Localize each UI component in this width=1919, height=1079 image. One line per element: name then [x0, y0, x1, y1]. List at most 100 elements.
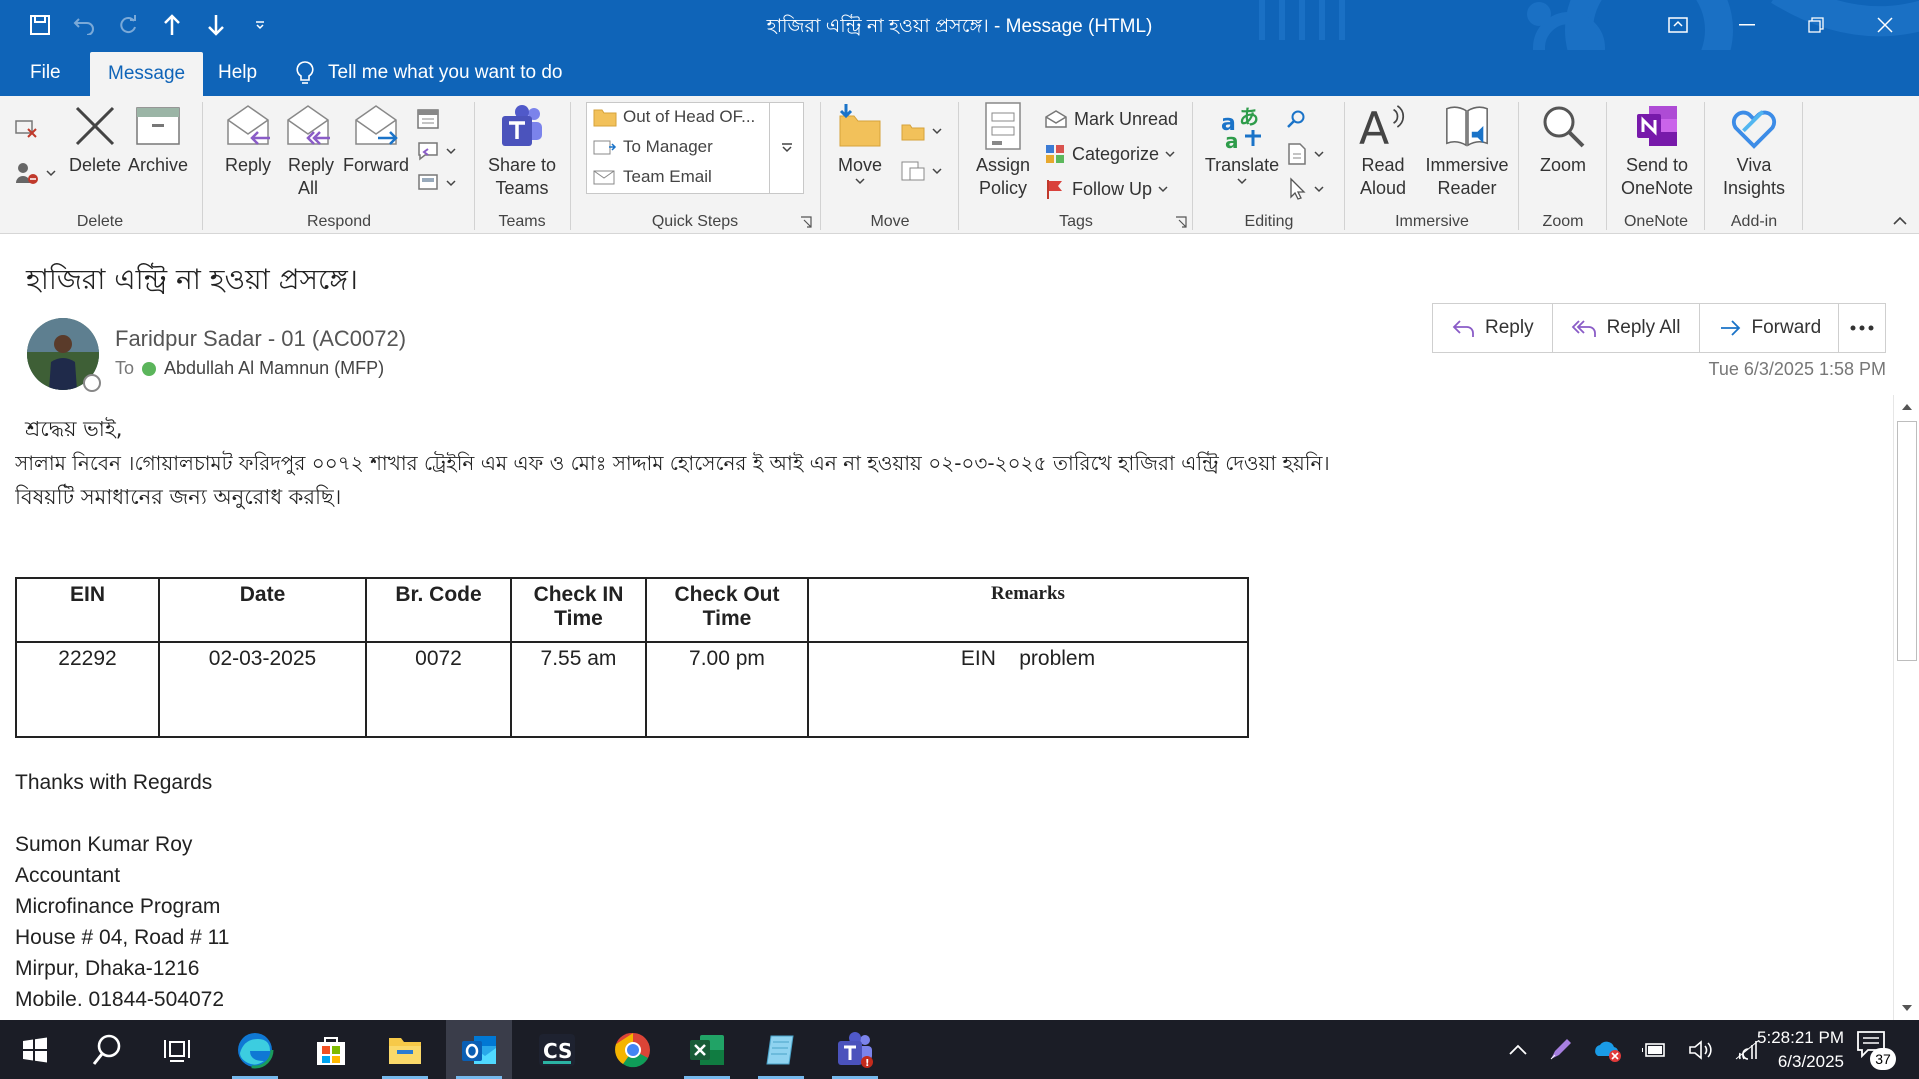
immersive-reader-icon	[1443, 100, 1491, 152]
table-cell: 02-03-2025	[158, 641, 367, 738]
editing-group-label: Editing	[1244, 213, 1294, 230]
restore-button[interactable]	[1781, 0, 1850, 50]
teams-button[interactable]: !	[822, 1020, 888, 1079]
send-to-onenote-button[interactable]: Send to OneNote	[1614, 100, 1700, 200]
volume-icon[interactable]	[1688, 1039, 1714, 1061]
tab-message[interactable]: Message	[90, 52, 204, 96]
teams-taskbar-icon: !	[838, 1031, 873, 1069]
window-controls	[1643, 0, 1919, 50]
send-to-onenote-label: Send to OneNote	[1620, 155, 1694, 198]
actions-button[interactable]	[900, 156, 942, 186]
tell-me-box[interactable]: Tell me what you want to do	[296, 50, 562, 96]
tags-group: Assign Policy Mark Unread Categorize Fol…	[960, 96, 1192, 234]
outlook-button[interactable]	[446, 1020, 512, 1079]
notepad-button[interactable]	[748, 1020, 814, 1079]
battery-icon[interactable]	[1642, 1040, 1668, 1060]
edge-button[interactable]	[222, 1020, 288, 1079]
to-label: To	[115, 358, 135, 378]
assign-policy-button[interactable]: Assign Policy	[970, 100, 1036, 200]
dialog-launcher-icon[interactable]	[800, 216, 812, 228]
policy-icon	[979, 100, 1027, 152]
table-cell: 22292	[15, 641, 160, 738]
notepad-icon	[766, 1035, 794, 1064]
clock-date: 6/3/2025	[1777, 1052, 1844, 1071]
cs-app-button[interactable]: CS	[524, 1020, 590, 1079]
minimize-button[interactable]	[1712, 0, 1781, 50]
column-header-remarks: Remarks	[807, 577, 1249, 643]
recipient-name[interactable]: Abdullah Al Mamnun (MFP)	[164, 358, 384, 379]
follow-up-button[interactable]: Follow Up	[1044, 174, 1168, 204]
forward-button[interactable]: Forward	[1700, 304, 1840, 352]
immersive-reader-button[interactable]: Immersive Reader	[1422, 100, 1512, 200]
tab-file[interactable]: File	[12, 50, 79, 96]
signature-mobile: Mobile. 01844-504072	[15, 988, 224, 1011]
excel-button[interactable]	[674, 1020, 740, 1079]
move-button[interactable]: Move	[832, 100, 888, 185]
lightbulb-icon	[296, 61, 314, 84]
related-button[interactable]	[1286, 139, 1324, 169]
message-body: শ্রদ্ধেয় ভাই, সালাম নিবেন ।গোয়ালচামট ফ…	[15, 412, 1875, 1020]
quick-steps-gallery: Out of Head OF... To Manager Team Email	[586, 102, 804, 194]
select-cursor-icon	[1290, 177, 1306, 200]
chrome-button[interactable]	[600, 1020, 666, 1079]
editing-group: aあa Translate Editing	[1194, 96, 1344, 234]
pen-icon[interactable]	[1548, 1038, 1572, 1062]
onedrive-icon[interactable]	[1592, 1038, 1622, 1062]
scroll-down-button[interactable]	[1894, 996, 1919, 1020]
divider	[1192, 102, 1193, 230]
viva-insights-button[interactable]: Viva Insights	[1716, 100, 1792, 200]
signature-thanks: Thanks with Regards	[15, 771, 213, 794]
attendance-table: EIN Date Br. Code Check IN Time Check Ou…	[15, 577, 1249, 738]
ribbon-display-button[interactable]	[1643, 0, 1712, 50]
tab-help[interactable]: Help	[200, 50, 275, 96]
start-button[interactable]	[2, 1020, 68, 1079]
quick-steps-group-label: Quick Steps	[651, 213, 739, 230]
scroll-thumb[interactable]	[1897, 421, 1917, 661]
read-aloud-button[interactable]: A Read Aloud	[1356, 100, 1410, 200]
flag-icon	[1047, 180, 1062, 199]
more-actions-button[interactable]	[1838, 303, 1886, 353]
reply-button[interactable]: Reply	[1433, 304, 1553, 352]
message-subject: হাজিরা এন্ট্রি না হওয়া প্রসঙ্গে।	[26, 263, 358, 296]
close-button[interactable]	[1850, 0, 1919, 50]
collapse-ribbon-icon[interactable]	[1892, 216, 1908, 226]
dialog-launcher-icon[interactable]	[1175, 216, 1187, 228]
actions-icon	[901, 161, 925, 181]
taskbar-clock[interactable]: 5:28:21 PM 6/3/2025	[1724, 1026, 1844, 1074]
quick-step-item[interactable]: Team Email	[593, 167, 712, 187]
task-view-button[interactable]	[144, 1020, 210, 1079]
categorize-button[interactable]: Categorize	[1044, 139, 1175, 169]
reply-all-label: Reply All	[1606, 317, 1681, 338]
chevron-up-icon[interactable]	[1508, 1044, 1528, 1056]
quick-step-item[interactable]: To Manager	[593, 137, 713, 157]
zoom-button[interactable]: Zoom	[1534, 100, 1592, 177]
read-aloud-label: Read Aloud	[1359, 155, 1407, 198]
rules-button[interactable]	[900, 116, 942, 146]
quick-step-item[interactable]: Out of Head OF...	[593, 107, 755, 127]
chevron-down-icon	[1237, 178, 1247, 185]
signature-title: Accountant	[15, 864, 121, 887]
signature-address-2: Mirpur, Dhaka-1216	[15, 957, 200, 980]
reply-all-button[interactable]: Reply All	[1553, 304, 1700, 352]
zoom-group: Zoom Zoom	[1520, 96, 1606, 234]
quick-steps-more-button[interactable]	[769, 103, 803, 193]
file-explorer-button[interactable]	[372, 1020, 438, 1079]
translate-button[interactable]: aあa Translate	[1202, 100, 1282, 185]
select-button[interactable]	[1286, 174, 1324, 204]
sender-name[interactable]: Faridpur Sadar - 01 (AC0072)	[115, 326, 406, 352]
immersive-reader-label: Immersive Reader	[1425, 155, 1509, 198]
find-button[interactable]	[1286, 104, 1306, 134]
reply-icon	[1452, 320, 1474, 337]
notification-center-button[interactable]: 37	[1856, 1030, 1896, 1070]
vertical-scrollbar[interactable]	[1893, 395, 1919, 1020]
translate-icon: aあa	[1218, 100, 1266, 152]
mark-unread-button[interactable]: Mark Unread	[1044, 104, 1178, 134]
store-button[interactable]	[298, 1020, 364, 1079]
svg-text:あ: あ	[1239, 105, 1259, 129]
chevron-down-icon	[932, 168, 942, 175]
scroll-up-button[interactable]	[1894, 395, 1919, 419]
divider	[1704, 102, 1705, 230]
search-button[interactable]	[74, 1020, 140, 1079]
assign-policy-label: Assign Policy	[975, 155, 1031, 198]
categorize-icon	[1046, 145, 1064, 163]
